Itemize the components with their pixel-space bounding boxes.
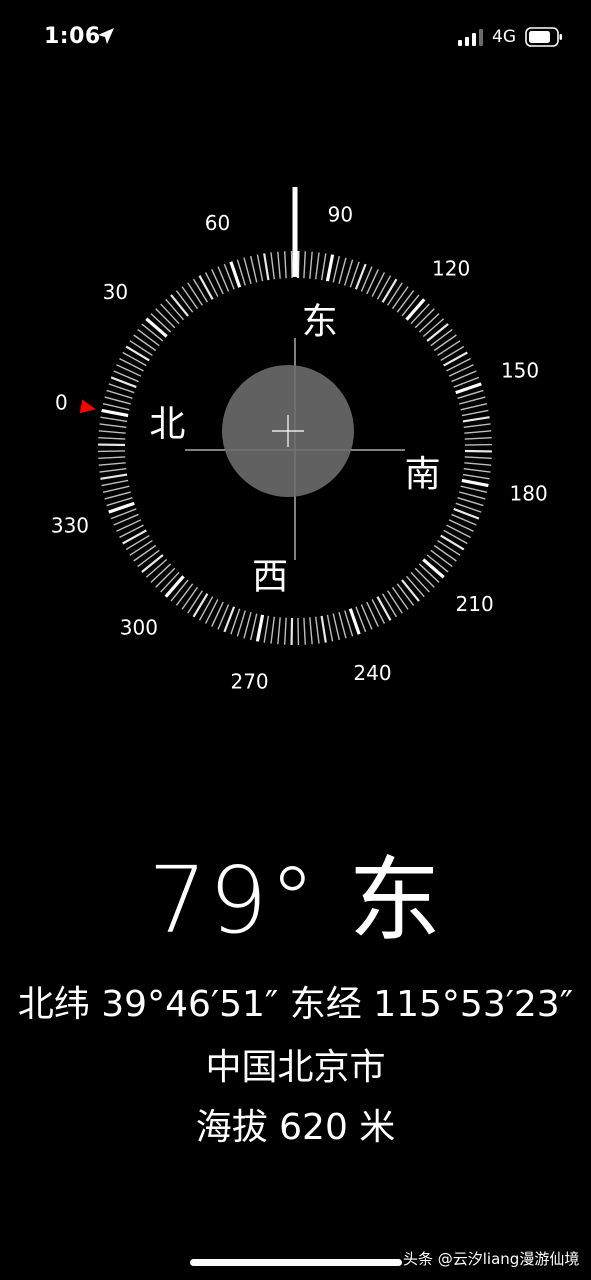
cardinal-east: 东 [302,301,338,342]
degree-label-150: 150 [501,359,539,383]
coordinates-readout[interactable]: 北纬 39°46′51″ 东经 115°53′23″ [0,975,591,1027]
altitude-readout: 海拔 620 米 [195,1107,396,1148]
degree-label-330: 330 [51,513,89,537]
watermark: 头条 @云汐liang漫游仙境 [403,1250,580,1268]
status-bar: 1:06 4G [0,0,591,76]
city-readout: 中国北京市 [205,1047,386,1088]
degree-label-90: 90 [328,202,353,226]
cardinal-west: 西 [252,557,288,598]
battery-icon [525,27,562,47]
degree-label-300: 300 [120,616,158,640]
compass-dial[interactable]: 0 30 60 90 120 150 180 210 240 270 300 330 北 东南西 [0,150,591,710]
location-arrow-icon [98,28,114,44]
network-type: 4G [492,27,516,47]
cardinal-south: 南 [405,454,441,495]
degree-label-120: 120 [432,256,470,280]
compass-svg: 0 30 60 90 120 150 180 210 240 270 300 330 北 东南西 [51,187,548,694]
north-marker-icon [79,399,96,414]
degree-label-210: 210 [456,592,494,616]
status-time: 1:06 [44,24,101,49]
cardinal-north: 北 [149,404,185,445]
home-indicator[interactable] [190,1259,402,1266]
degree-label-180: 180 [510,481,548,505]
degree-label-240: 240 [353,661,391,685]
degree-label-60: 60 [205,211,230,235]
signal-bars-icon [458,29,483,46]
heading-readout: 79° 东 [148,847,443,954]
degree-label-270: 270 [230,670,268,694]
degree-label-0: 0 [55,391,68,415]
degree-label-30: 30 [103,280,128,304]
